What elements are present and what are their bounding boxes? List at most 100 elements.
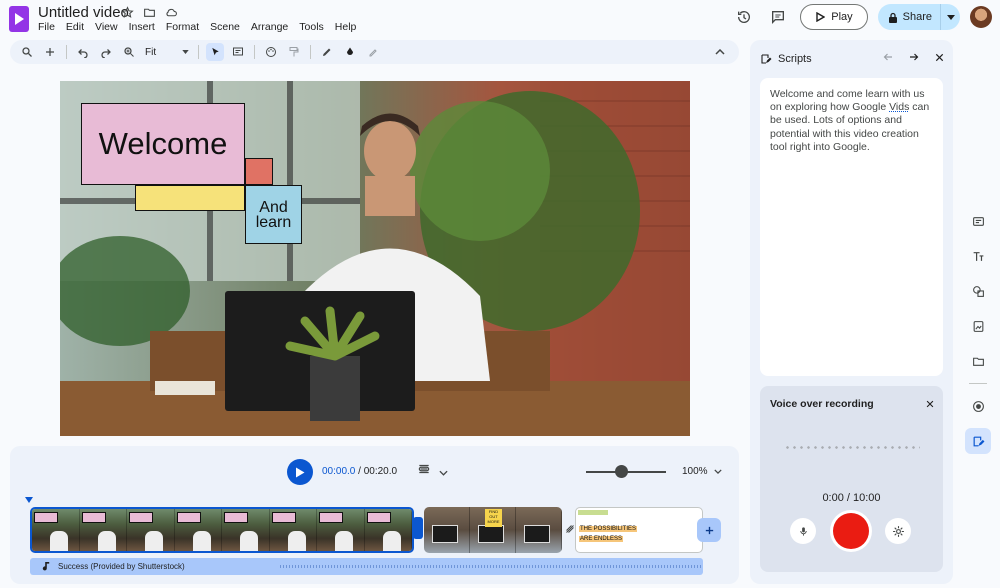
- text-box-icon[interactable]: [229, 43, 247, 61]
- time-separator: /: [355, 466, 364, 477]
- script-text-underlined: Vids: [889, 101, 910, 114]
- clip-frame: [222, 509, 270, 551]
- share-button-group: Share: [877, 4, 960, 30]
- zoom-value: Fit: [145, 46, 157, 58]
- share-dropdown-button[interactable]: [940, 4, 960, 30]
- redo-icon[interactable]: [97, 43, 115, 61]
- record-button[interactable]: [830, 510, 872, 552]
- zoom-select[interactable]: Fit: [143, 47, 191, 58]
- version-history-icon[interactable]: [732, 5, 756, 29]
- arrow-right-icon[interactable]: [908, 50, 920, 68]
- search-menus-icon[interactable]: [18, 43, 36, 61]
- fill-color-icon[interactable]: [341, 43, 359, 61]
- right-side-rail: [964, 208, 992, 454]
- rail-divider: [969, 383, 987, 384]
- video-canvas[interactable]: Welcome And learn: [60, 81, 690, 436]
- arrow-left-icon[interactable]: [882, 50, 894, 68]
- select-cursor-icon[interactable]: [206, 43, 224, 61]
- caret-down-icon: [182, 50, 189, 54]
- pen-icon[interactable]: [318, 43, 336, 61]
- gear-icon: [892, 525, 904, 537]
- zoom-icon[interactable]: [120, 43, 138, 61]
- menu-edit[interactable]: Edit: [66, 21, 84, 33]
- script-edit-icon: [761, 54, 772, 64]
- microphone-button[interactable]: [790, 518, 816, 544]
- collapse-toolbar-icon[interactable]: [711, 43, 729, 61]
- audio-waveform: [280, 565, 703, 568]
- and-learn-text-box[interactable]: And learn: [245, 185, 302, 244]
- menu-arrange[interactable]: Arrange: [251, 21, 288, 33]
- close-icon[interactable]: [925, 396, 935, 414]
- voice-over-recorder: Voice over recording 0:00 / 10:00: [760, 386, 943, 572]
- playhead-marker[interactable]: [25, 497, 33, 503]
- move-folder-icon[interactable]: [142, 5, 156, 19]
- templates-icon[interactable]: [965, 208, 991, 234]
- script-text-area[interactable]: Welcome and come learn with us on explor…: [760, 78, 943, 376]
- user-avatar[interactable]: [970, 6, 992, 28]
- menu-bar: File Edit View Insert Format Scene Arran…: [38, 21, 356, 33]
- toolbar-divider: [254, 45, 255, 59]
- timeline-zoom-slider-handle[interactable]: [615, 465, 628, 478]
- toolbar-divider: [310, 45, 311, 59]
- theme-palette-icon[interactable]: [262, 43, 280, 61]
- clip-trim-handle[interactable]: [413, 517, 423, 539]
- add-icon[interactable]: [41, 43, 59, 61]
- scripts-icon[interactable]: [965, 428, 991, 454]
- play-button[interactable]: Play: [800, 4, 868, 30]
- audio-title: Success (Provided by Shutterstock): [58, 561, 185, 571]
- star-icon[interactable]: [120, 5, 134, 19]
- menu-insert[interactable]: Insert: [129, 21, 155, 33]
- play-label: Play: [831, 11, 853, 23]
- clip-frame: [127, 509, 175, 551]
- clip-frame: [32, 509, 80, 551]
- shapes-icon[interactable]: [965, 278, 991, 304]
- menu-help[interactable]: Help: [335, 21, 357, 33]
- border-color-icon[interactable]: [364, 43, 382, 61]
- audio-level-meter: [784, 446, 920, 449]
- lock-icon: [888, 12, 897, 23]
- share-button[interactable]: Share: [878, 4, 940, 30]
- scene-clip-2[interactable]: FIND OUT MORE: [424, 507, 562, 553]
- menu-view[interactable]: View: [95, 21, 118, 33]
- clip-text-line-1: THE POSSIBILITIES: [579, 526, 638, 532]
- playback-time: 00:00.0 / 00:20.0: [322, 466, 397, 477]
- recording-time: 0:00 / 10:00: [822, 492, 881, 504]
- timeline-zoom-select[interactable]: 100%: [682, 466, 722, 477]
- text-styles-icon[interactable]: [965, 243, 991, 269]
- clip-text-line-2: ARE ENDLESS: [579, 536, 624, 542]
- undo-icon[interactable]: [74, 43, 92, 61]
- menu-tools[interactable]: Tools: [299, 21, 324, 33]
- audio-track[interactable]: Success (Provided by Shutterstock): [30, 558, 703, 575]
- folder-icon[interactable]: [965, 348, 991, 374]
- voice-over-title: Voice over recording: [770, 398, 874, 410]
- clip-thumbnail-bar: [578, 510, 608, 515]
- yellow-accent-shape[interactable]: [135, 185, 245, 211]
- welcome-title-box[interactable]: Welcome: [81, 103, 245, 185]
- close-icon[interactable]: [934, 50, 945, 68]
- comments-icon[interactable]: [766, 5, 790, 29]
- microphone-icon: [799, 526, 807, 536]
- scripts-side-panel: Scripts Welcome and come learn with us o…: [750, 40, 953, 584]
- caret-down-icon: [946, 14, 955, 20]
- scene-clip-3[interactable]: THE POSSIBILITIES ARE ENDLESS: [575, 507, 703, 553]
- stock-media-icon[interactable]: [965, 313, 991, 339]
- recording-settings-button[interactable]: [885, 518, 911, 544]
- chevron-down-icon[interactable]: [439, 463, 448, 481]
- document-title[interactable]: Untitled video: [38, 4, 129, 21]
- paint-format-icon[interactable]: [285, 43, 303, 61]
- timeline-play-button[interactable]: [287, 459, 313, 485]
- menu-scene[interactable]: Scene: [210, 21, 240, 33]
- menu-file[interactable]: File: [38, 21, 55, 33]
- red-accent-shape[interactable]: [245, 158, 273, 185]
- vids-logo-icon[interactable]: [8, 6, 30, 32]
- clip-frame: [269, 509, 317, 551]
- play-icon: [296, 467, 305, 477]
- record-video-icon[interactable]: [965, 393, 991, 419]
- cloud-status-icon[interactable]: [164, 5, 178, 19]
- add-scene-button[interactable]: [697, 518, 721, 542]
- editing-toolbar: Fit: [10, 40, 739, 64]
- scene-clip-1[interactable]: [30, 507, 414, 553]
- clip-frame: [364, 509, 412, 551]
- timeline-layout-icon[interactable]: [417, 462, 431, 481]
- menu-format[interactable]: Format: [166, 21, 199, 33]
